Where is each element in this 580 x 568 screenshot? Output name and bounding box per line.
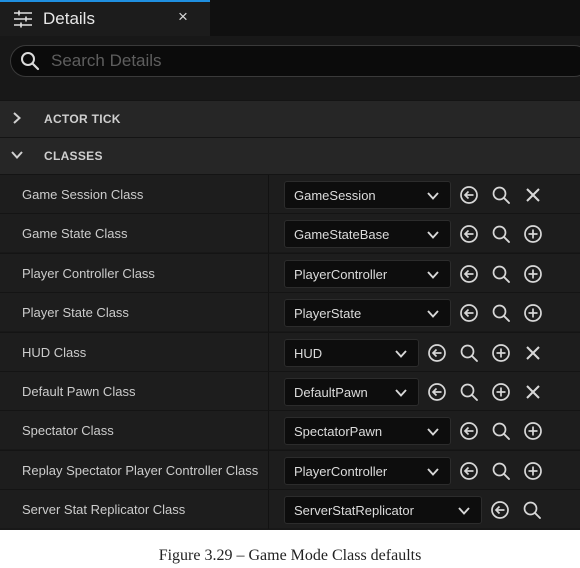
property-row: Server Stat Replicator Class ServerStatRe…	[0, 489, 580, 530]
figure-caption: Figure 3.29 – Game Mode Class defaults	[158, 547, 422, 564]
property-name: Spectator Class	[22, 423, 114, 439]
property-name: Player State Class	[22, 305, 129, 321]
class-picker-value: GameStateBase	[294, 227, 390, 243]
details-panel: Details × ACTOR TICK CLASSES Game Session …	[0, 0, 580, 530]
property-name: Default Pawn Class	[22, 384, 136, 399]
chevron-down-icon	[427, 309, 439, 319]
column-divider	[268, 293, 269, 333]
browse-search-icon[interactable]	[491, 264, 511, 284]
create-new-plus-icon[interactable]	[523, 303, 543, 323]
create-new-plus-icon[interactable]	[491, 382, 511, 402]
use-selected-arrow-icon[interactable]	[490, 500, 510, 520]
browse-search-icon[interactable]	[491, 185, 511, 205]
property-name: Game Session Class	[22, 187, 144, 202]
tab-close-button[interactable]: ×	[178, 7, 188, 27]
use-selected-arrow-icon[interactable]	[459, 461, 479, 481]
tab-title: Details	[43, 9, 95, 28]
chevron-down-icon	[11, 149, 23, 161]
chevron-down-icon	[458, 506, 470, 516]
property-name: Server Stat Replicator Class	[22, 502, 186, 518]
chevron-down-icon	[427, 191, 439, 201]
browse-search-icon[interactable]	[491, 224, 511, 244]
use-selected-arrow-icon[interactable]	[427, 382, 447, 402]
browse-search-icon[interactable]	[459, 382, 479, 402]
browse-search-icon[interactable]	[491, 421, 511, 441]
clear-x-icon[interactable]	[523, 185, 543, 205]
property-row: Player Controller Class PlayerController	[0, 252, 580, 293]
create-new-plus-icon[interactable]	[523, 224, 543, 244]
property-row: Game Session Class GameSession	[0, 174, 580, 214]
class-picker-dropdown[interactable]: SpectatorPawn	[284, 417, 451, 446]
details-settings-icon	[13, 10, 33, 28]
create-new-plus-icon[interactable]	[523, 461, 543, 481]
create-new-plus-icon[interactable]	[523, 421, 543, 441]
class-picker-dropdown[interactable]: DefaultPawn	[284, 378, 419, 406]
property-name: HUD Class	[22, 344, 87, 360]
browse-search-icon[interactable]	[491, 461, 511, 481]
property-name: Game State Class	[22, 226, 128, 242]
clear-x-icon[interactable]	[523, 382, 543, 402]
section-header-classes[interactable]: CLASSES	[0, 137, 580, 174]
property-row: Replay Spectator Player Controller Class…	[0, 449, 580, 490]
class-picker-value: GameSession	[294, 188, 376, 203]
browse-search-icon[interactable]	[459, 343, 479, 363]
search-icon	[20, 51, 40, 71]
column-divider	[268, 411, 269, 451]
use-selected-arrow-icon[interactable]	[427, 343, 447, 363]
tab-bar: Details ×	[0, 0, 580, 36]
chevron-down-icon	[427, 427, 439, 437]
clear-x-icon[interactable]	[523, 343, 543, 363]
browse-search-icon[interactable]	[522, 500, 542, 520]
property-name: Replay Spectator Player Controller Class	[22, 462, 259, 478]
use-selected-arrow-icon[interactable]	[459, 224, 479, 244]
class-picker-dropdown[interactable]: HUD	[284, 338, 419, 367]
column-divider	[268, 253, 269, 293]
use-selected-arrow-icon[interactable]	[459, 185, 479, 205]
use-selected-arrow-icon[interactable]	[459, 264, 479, 284]
search-input[interactable]	[51, 50, 471, 72]
use-selected-arrow-icon[interactable]	[459, 303, 479, 323]
property-row: Game State Class GameStateBase	[0, 213, 580, 254]
details-tab[interactable]: Details ×	[0, 0, 210, 36]
class-picker-value: PlayerController	[294, 266, 388, 282]
use-selected-arrow-icon[interactable]	[459, 421, 479, 441]
chevron-right-icon	[11, 112, 23, 124]
class-picker-value: PlayerController	[294, 463, 388, 479]
browse-search-icon[interactable]	[491, 303, 511, 323]
class-picker-dropdown[interactable]: PlayerController	[284, 456, 451, 485]
search-box[interactable]	[10, 45, 580, 77]
chevron-down-icon	[427, 270, 439, 280]
column-divider	[268, 175, 269, 214]
chevron-down-icon	[395, 388, 407, 398]
class-picker-dropdown[interactable]: PlayerController	[284, 259, 451, 288]
class-picker-value: HUD	[294, 345, 323, 361]
create-new-plus-icon[interactable]	[491, 343, 511, 363]
class-picker-dropdown[interactable]: ServerStatReplicator	[284, 496, 482, 525]
property-row: Player State Class PlayerState	[0, 292, 580, 333]
class-picker-value: SpectatorPawn	[294, 424, 383, 440]
column-divider	[268, 450, 269, 490]
class-picker-dropdown[interactable]: GameStateBase	[284, 220, 451, 249]
column-divider	[268, 214, 269, 254]
column-divider	[268, 372, 269, 411]
section-header-actor-tick[interactable]: ACTOR TICK	[0, 100, 580, 137]
property-row: Spectator Class SpectatorPawn	[0, 410, 580, 451]
column-divider	[268, 332, 269, 372]
class-picker-dropdown[interactable]: GameSession	[284, 181, 451, 209]
section-label: ACTOR TICK	[44, 112, 121, 126]
property-name: Player Controller Class	[22, 265, 155, 281]
property-row: Default Pawn Class DefaultPawn	[0, 371, 580, 411]
class-picker-value: PlayerState	[294, 306, 362, 322]
class-picker-value: ServerStatReplicator	[294, 503, 414, 519]
property-row: HUD Class HUD	[0, 331, 580, 372]
chevron-down-icon	[395, 349, 407, 359]
column-divider	[268, 490, 269, 530]
create-new-plus-icon[interactable]	[523, 264, 543, 284]
chevron-down-icon	[427, 467, 439, 477]
class-picker-dropdown[interactable]: PlayerState	[284, 299, 451, 328]
class-picker-value: DefaultPawn	[294, 385, 368, 400]
chevron-down-icon	[427, 230, 439, 240]
section-label: CLASSES	[44, 149, 103, 163]
